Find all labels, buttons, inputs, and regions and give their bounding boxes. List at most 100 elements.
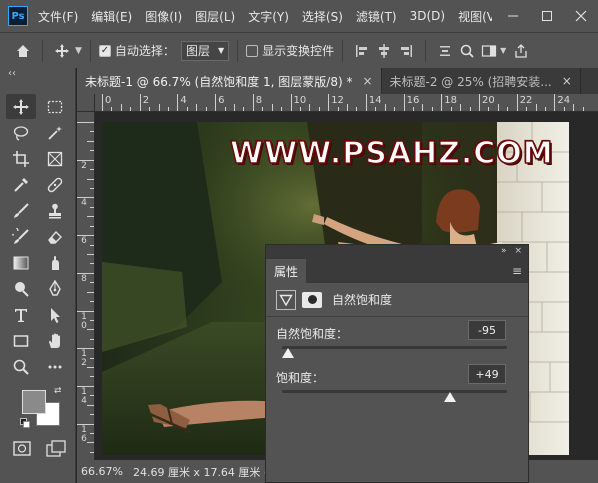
ruler-minor-tick — [347, 104, 349, 111]
adjustment-name: 自然饱和度 — [332, 293, 393, 307]
vertical-ruler[interactable]: 2 4 6 8 10 12 14 16 — [77, 112, 95, 460]
ruler-minor-tick — [271, 104, 273, 111]
tab-document-2[interactable]: 未标题-2 @ 25% (招聘安装... × — [382, 68, 581, 94]
menu-file[interactable]: 文件(F) — [38, 8, 78, 25]
zoom-tool-icon[interactable] — [6, 354, 36, 379]
ruler-minor-tick — [469, 107, 471, 111]
menu-edit[interactable]: 编辑(E) — [91, 8, 132, 25]
collapse-icon[interactable]: » — [501, 246, 507, 256]
quick-mask-icon[interactable] — [12, 440, 32, 458]
show-transform-checkbox[interactable] — [246, 44, 259, 57]
saturation-value-input[interactable]: +49 — [468, 364, 506, 384]
frame-tool-icon[interactable] — [40, 146, 70, 171]
ruler-minor-tick — [299, 107, 301, 111]
ruler-minor-tick — [497, 104, 499, 111]
close-icon[interactable]: × — [514, 246, 522, 256]
crop-tool-icon[interactable] — [6, 146, 36, 171]
ruler-label: 18 — [444, 95, 458, 106]
ruler-label: 6 — [81, 236, 87, 247]
align-left-icon[interactable] — [351, 40, 373, 62]
ruler-tick — [441, 94, 443, 111]
ruler-minor-tick — [243, 107, 245, 111]
lasso-tool-icon[interactable] — [6, 120, 36, 145]
dodge-tool-icon[interactable] — [6, 276, 36, 301]
vibrance-value-input[interactable]: -95 — [468, 320, 506, 340]
more-tools-icon[interactable] — [40, 354, 70, 379]
ruler-minor-tick — [205, 107, 207, 111]
workspace-icon[interactable] — [478, 40, 500, 62]
ruler-minor-tick — [582, 107, 584, 111]
menu-filter[interactable]: 滤镜(T) — [356, 8, 397, 25]
tab-document-1[interactable]: 未标题-1 @ 66.7% (自然饱和度 1, 图层蒙版/8) * × — [77, 68, 382, 94]
menu-select[interactable]: 选择(S) — [302, 8, 343, 25]
layer-mask-icon[interactable] — [302, 291, 322, 308]
eyedropper-tool-icon[interactable] — [6, 172, 36, 197]
adjustment-header: 自然饱和度 — [266, 283, 528, 317]
move-tool-icon[interactable] — [51, 40, 73, 62]
properties-panel: » × 属性 ≡ 自然饱和度 自然饱和度： -95 饱和度： +49 — [265, 244, 529, 483]
pen-tool-icon[interactable] — [40, 276, 70, 301]
gradient-tool-icon[interactable] — [6, 250, 36, 275]
magic-wand-tool-icon[interactable] — [40, 120, 70, 145]
color-swatches: ⇄ — [20, 386, 70, 432]
brush-tool-icon[interactable] — [6, 198, 36, 223]
ruler-tick — [252, 94, 254, 111]
vibrance-slider-track[interactable] — [282, 346, 507, 349]
smudge-tool-icon[interactable] — [40, 250, 70, 275]
close-icon[interactable]: × — [362, 74, 372, 88]
ruler-origin[interactable] — [77, 94, 95, 112]
search-icon[interactable] — [456, 40, 478, 62]
distribute-icon[interactable] — [434, 40, 456, 62]
ruler-minor-tick — [573, 104, 575, 111]
ruler-label: 8 — [81, 273, 87, 284]
auto-select-checkbox[interactable]: ✓ — [98, 44, 111, 57]
ruler-minor-tick — [535, 104, 537, 111]
hand-tool-icon[interactable] — [40, 328, 70, 353]
marquee-tool-icon[interactable] — [40, 94, 70, 119]
share-icon[interactable] — [510, 40, 532, 62]
panel-header: 属性 ≡ — [266, 257, 528, 283]
menu-image[interactable]: 图像(I) — [145, 8, 182, 25]
stamp-tool-icon[interactable] — [40, 198, 70, 223]
vibrance-icon[interactable] — [276, 289, 296, 310]
close-icon[interactable] — [564, 0, 598, 32]
zoom-level[interactable]: 66.67% — [81, 465, 123, 478]
tool-grid — [0, 94, 75, 379]
photoshop-logo[interactable]: Ps — [8, 6, 28, 26]
collapse-panel-icon[interactable]: ‹‹ — [0, 68, 75, 84]
type-tool-icon[interactable] — [6, 302, 36, 327]
ruler-minor-tick — [90, 187, 94, 189]
ruler-tick — [215, 94, 217, 111]
ruler-label: 14 — [81, 386, 87, 406]
horizontal-ruler[interactable]: 0 2 4 6 8 10 12 14 16 18 20 22 24 — [95, 94, 598, 112]
healing-brush-tool-icon[interactable] — [40, 172, 70, 197]
swap-colors-icon[interactable]: ⇄ — [54, 386, 62, 396]
menu-type[interactable]: 文字(Y) — [248, 8, 289, 25]
minimize-icon[interactable] — [496, 0, 530, 32]
auto-select-target-dropdown[interactable]: 图层 ▼ — [180, 40, 230, 61]
menu-layer[interactable]: 图层(L) — [195, 8, 235, 25]
history-brush-tool-icon[interactable] — [6, 224, 36, 249]
screen-mode-icon[interactable] — [46, 440, 66, 458]
move-tool-icon[interactable] — [6, 94, 36, 119]
saturation-slider-thumb[interactable] — [443, 392, 456, 402]
rectangle-tool-icon[interactable] — [6, 328, 36, 353]
close-icon[interactable]: × — [562, 74, 572, 88]
default-colors-icon[interactable] — [20, 418, 30, 428]
ruler-minor-tick — [130, 107, 132, 111]
ruler-label: 22 — [519, 95, 533, 106]
saturation-slider-track[interactable] — [282, 390, 507, 393]
vibrance-slider-thumb[interactable] — [281, 348, 294, 358]
foreground-color-swatch[interactable] — [22, 390, 46, 414]
align-center-icon[interactable] — [373, 40, 395, 62]
maximize-icon[interactable] — [530, 0, 564, 32]
menu-3d[interactable]: 3D(D) — [410, 9, 445, 23]
chevron-down-icon[interactable]: ▼ — [75, 46, 82, 56]
eraser-tool-icon[interactable] — [40, 224, 70, 249]
tab-properties[interactable]: 属性 — [266, 259, 307, 283]
panel-menu-icon[interactable]: ≡ — [512, 264, 522, 283]
align-right-icon[interactable] — [395, 40, 417, 62]
home-icon[interactable] — [12, 40, 34, 62]
path-selection-tool-icon[interactable] — [40, 302, 70, 327]
chevron-down-icon[interactable]: ▼ — [500, 46, 506, 55]
